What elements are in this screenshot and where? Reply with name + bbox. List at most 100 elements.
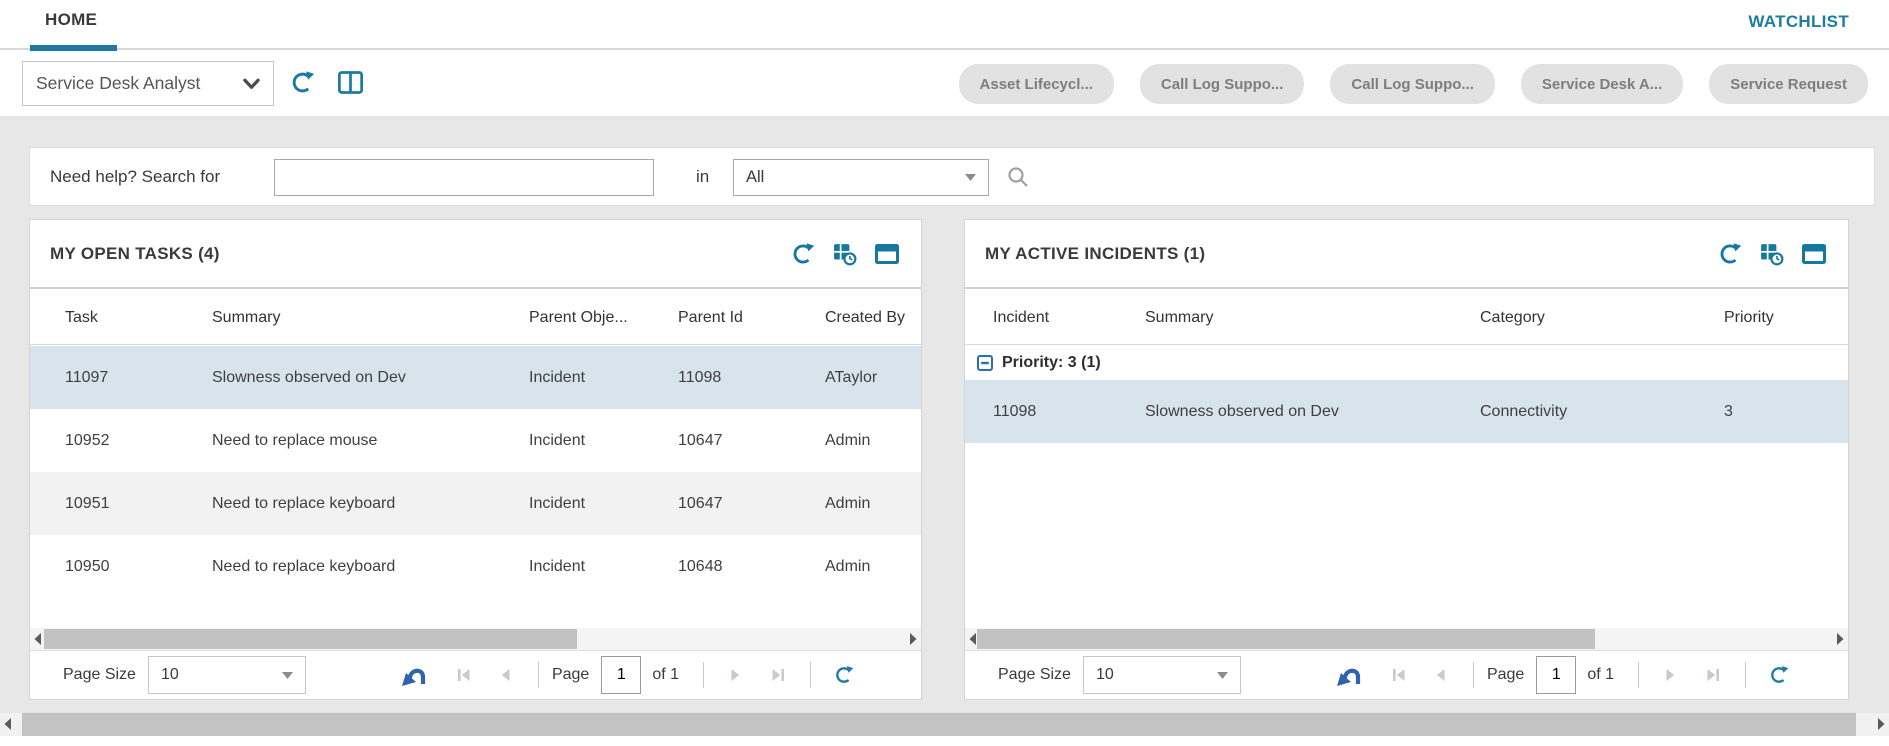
table-row[interactable]: 10951 Need to replace keyboard Incident …	[30, 472, 921, 535]
last-page-icon[interactable]	[770, 667, 786, 683]
incidents-grid-rows: Priority: 3 (1) 11098 Slowness observed …	[965, 346, 1848, 443]
divider	[538, 662, 539, 688]
quick-filter-call-log-1[interactable]: Call Log Suppo...	[1140, 64, 1305, 104]
tasks-grid-header: Task Summary Parent Obje... Parent Id Cr…	[30, 291, 921, 345]
tasks-pager: Page Size 10 Page of 1	[30, 650, 921, 699]
refresh-icon[interactable]	[834, 665, 854, 685]
service-desk-home-screen: HOME WATCHLIST Service Desk Analyst Asse…	[0, 0, 1889, 746]
tasks-panel-title: MY OPEN TASKS (4)	[50, 244, 220, 264]
column-header-summary[interactable]: Summary	[1145, 309, 1480, 327]
divider	[810, 662, 811, 688]
refresh-icon[interactable]	[1769, 665, 1789, 685]
incidents-horizontal-scrollbar	[965, 628, 1848, 650]
open-window-icon[interactable]	[875, 242, 899, 266]
page-label: Page	[552, 666, 589, 684]
divider	[1638, 662, 1639, 688]
column-header-parent-id[interactable]: Parent Id	[678, 309, 825, 327]
scroll-left-icon[interactable]	[33, 633, 43, 645]
cell-created-by: Admin	[825, 432, 921, 450]
page-number-input[interactable]	[601, 656, 641, 694]
column-header-parent-object[interactable]: Parent Obje...	[529, 309, 678, 327]
cell-parent-object: Incident	[529, 558, 678, 576]
export-schedule-icon[interactable]	[833, 242, 857, 266]
page-of-label: of 1	[1587, 666, 1614, 684]
previous-page-icon[interactable]	[1433, 667, 1449, 683]
search-label: Need help? Search for	[50, 167, 220, 187]
scrollbar-thumb[interactable]	[977, 629, 1595, 649]
quick-filter-buttons: Asset Lifecycl... Call Log Suppo... Call…	[959, 64, 1868, 104]
role-dropdown[interactable]: Service Desk Analyst	[22, 61, 274, 106]
column-header-task[interactable]: Task	[65, 309, 212, 327]
cell-task: 11097	[65, 369, 212, 387]
first-page-icon[interactable]	[1391, 667, 1407, 683]
table-row[interactable]: 11098 Slowness observed on Dev Connectiv…	[965, 380, 1848, 443]
page-size-dropdown[interactable]: 10	[148, 656, 306, 694]
cell-summary: Slowness observed on Dev	[212, 369, 529, 387]
search-input[interactable]	[274, 159, 654, 196]
page-label: Page	[1487, 666, 1524, 684]
cell-parent-object: Incident	[529, 432, 678, 450]
collapse-group-icon[interactable]	[977, 355, 993, 371]
scroll-right-icon[interactable]	[1876, 718, 1886, 730]
page-size-dropdown[interactable]: 10	[1083, 656, 1241, 694]
tasks-panel-header: MY OPEN TASKS (4)	[30, 220, 921, 289]
page-size-value: 10	[1096, 666, 1217, 684]
table-row[interactable]: 10952 Need to replace mouse Incident 106…	[30, 409, 921, 472]
triangle-down-icon	[1217, 672, 1228, 679]
first-page-icon[interactable]	[456, 667, 472, 683]
next-page-icon[interactable]	[1662, 667, 1678, 683]
cell-parent-id: 10647	[678, 495, 825, 513]
scrollbar-thumb[interactable]	[44, 629, 577, 649]
watchlist-link[interactable]: WATCHLIST	[1748, 12, 1849, 32]
table-row[interactable]: 11097 Slowness observed on Dev Incident …	[30, 346, 921, 409]
cell-task: 10950	[65, 558, 212, 576]
cell-created-by: Admin	[825, 495, 921, 513]
scrollbar-thumb[interactable]	[22, 713, 1856, 736]
group-row-priority-3[interactable]: Priority: 3 (1)	[965, 346, 1848, 380]
jump-arrow-icon[interactable]	[1337, 662, 1363, 688]
incidents-grid-header: Incident Summary Category Priority	[965, 291, 1848, 345]
column-header-category[interactable]: Category	[1480, 309, 1724, 327]
cell-priority: 3	[1724, 403, 1848, 421]
cell-summary: Need to replace keyboard	[212, 495, 529, 513]
jump-arrow-icon[interactable]	[402, 662, 428, 688]
page-size-label: Page Size	[63, 666, 136, 684]
divider	[703, 662, 704, 688]
previous-page-icon[interactable]	[498, 667, 514, 683]
cell-task: 10952	[65, 432, 212, 450]
column-header-created-by[interactable]: Created By	[825, 309, 921, 327]
refresh-icon[interactable]	[290, 70, 315, 95]
cell-category: Connectivity	[1480, 403, 1724, 421]
last-page-icon[interactable]	[1705, 667, 1721, 683]
page-number-input[interactable]	[1536, 656, 1576, 694]
quick-filter-call-log-2[interactable]: Call Log Suppo...	[1330, 64, 1495, 104]
page-horizontal-scrollbar	[0, 713, 1889, 736]
search-scope-dropdown[interactable]: All	[733, 159, 989, 196]
quick-filter-service-desk[interactable]: Service Desk A...	[1521, 64, 1683, 104]
quick-filter-asset-lifecycle[interactable]: Asset Lifecycl...	[959, 64, 1114, 104]
search-scope-value: All	[746, 168, 965, 187]
scroll-right-icon[interactable]	[1835, 633, 1845, 645]
help-search-panel: Need help? Search for in All	[29, 147, 1875, 206]
incidents-panel-title: MY ACTIVE INCIDENTS (1)	[985, 244, 1205, 264]
bottom-margin	[0, 736, 1889, 746]
scroll-right-icon[interactable]	[908, 633, 918, 645]
cell-task: 10951	[65, 495, 212, 513]
column-header-priority[interactable]: Priority	[1724, 309, 1848, 327]
next-page-icon[interactable]	[727, 667, 743, 683]
open-window-icon[interactable]	[1802, 242, 1826, 266]
export-schedule-icon[interactable]	[1760, 242, 1784, 266]
search-icon[interactable]	[1006, 165, 1030, 189]
divider	[1473, 662, 1474, 688]
table-row[interactable]: 10950 Need to replace keyboard Incident …	[30, 535, 921, 598]
quick-filter-service-request[interactable]: Service Request	[1709, 64, 1868, 104]
scroll-left-icon[interactable]	[3, 718, 13, 730]
column-layout-icon[interactable]	[338, 70, 363, 95]
column-header-incident[interactable]: Incident	[993, 309, 1145, 327]
column-header-summary[interactable]: Summary	[212, 309, 529, 327]
refresh-icon[interactable]	[791, 242, 815, 266]
top-tab-bar: HOME WATCHLIST	[0, 0, 1889, 50]
tasks-panel-actions	[791, 242, 899, 266]
tab-home[interactable]: HOME	[45, 10, 97, 30]
refresh-icon[interactable]	[1718, 242, 1742, 266]
